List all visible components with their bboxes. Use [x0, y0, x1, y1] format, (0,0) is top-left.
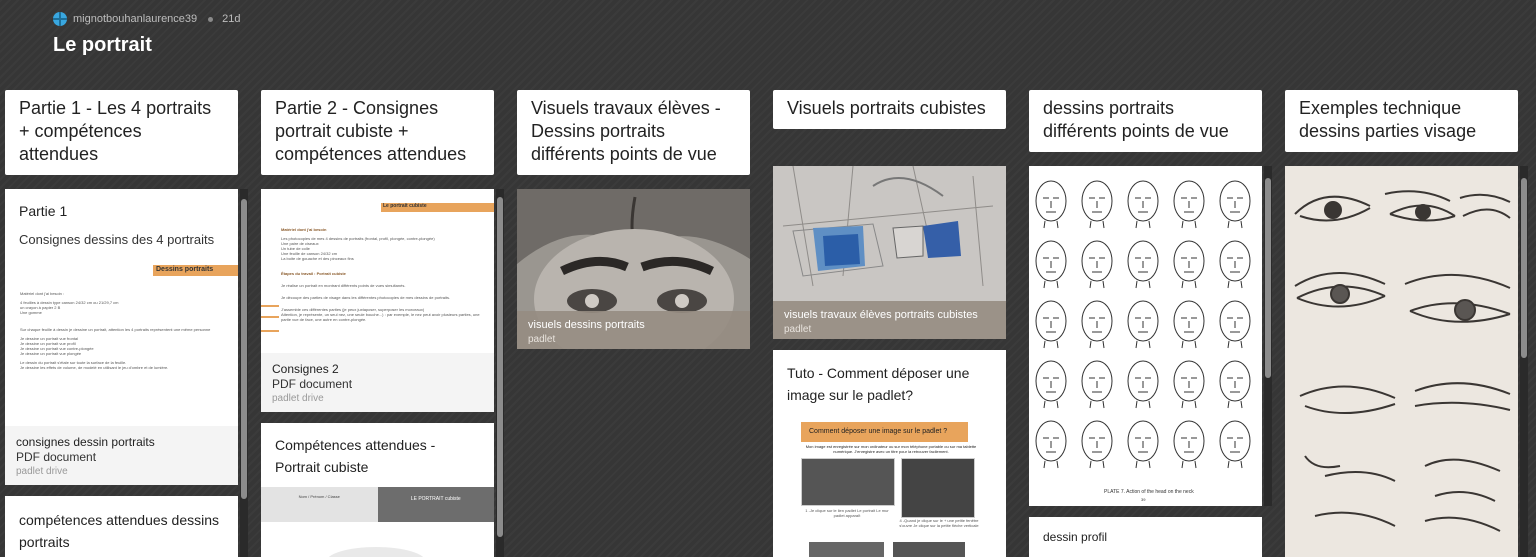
image-card[interactable]: PLATE 7. Action of the head on the neck … — [1029, 166, 1262, 506]
column-2-scrollbar[interactable] — [496, 189, 504, 557]
image-caption: visuels travaux élèves portraits cubiste… — [773, 301, 1006, 339]
pdf-preview[interactable]: Dessins portraits Matériel dont j'ai bes… — [5, 247, 238, 425]
post-card[interactable]: compétences attendues dessins portraits — [5, 496, 238, 557]
separator-dot — [208, 16, 214, 22]
column-6-scrollbar[interactable] — [1520, 166, 1528, 557]
plate-page: 39 — [1141, 497, 1146, 502]
doc-header: Dessins portraits — [156, 266, 214, 273]
column-title[interactable]: Partie 1 - Les 4 portraits + compétences… — [5, 90, 238, 175]
attachment-info[interactable]: Consignes 2 PDF document padlet drive — [261, 353, 494, 412]
head-sketches-image — [1035, 180, 1251, 469]
column-4: Visuels portraits cubistes — [773, 90, 1006, 129]
column-6: Exemples technique dessins parties visag… — [1285, 90, 1518, 152]
plate-caption: PLATE 7. Action of the head on the neck — [1104, 489, 1194, 495]
post-heading: compétences attendues dessins portraits — [19, 512, 220, 550]
column-5: dessins portraits différents points de v… — [1029, 90, 1262, 152]
table-preview[interactable]: Nom / Prénom / Classe LE PORTRAIT cubist… — [261, 487, 494, 522]
attachment-source: padlet drive — [16, 466, 68, 477]
post-card[interactable]: Le portrait cubiste Matériel dont j'ai b… — [261, 189, 494, 412]
attachment-info[interactable]: consignes dessin portraits PDF document … — [5, 426, 238, 485]
attachment-title: consignes dessin portraits — [16, 435, 155, 449]
post-card[interactable]: Compétences attendues - Portrait cubiste… — [261, 423, 494, 557]
column-title[interactable]: Visuels portraits cubistes — [773, 90, 1006, 129]
post-heading: Partie 1 — [19, 203, 68, 219]
column-title[interactable]: Partie 2 - Consignes portrait cubiste + … — [261, 90, 494, 175]
column-5-scrollbar[interactable] — [1264, 166, 1272, 506]
image-caption: visuels dessins portraits padlet — [517, 311, 750, 349]
image-card[interactable]: visuels travaux élèves portraits cubiste… — [773, 166, 1006, 339]
board-header: mignotbouhanlaurence39 21d Le portrait — [53, 12, 241, 57]
doc-header: Le portrait cubiste — [383, 203, 427, 209]
pdf-preview[interactable]: Le portrait cubiste Matériel dont j'ai b… — [261, 189, 494, 353]
image-card[interactable]: visuels dessins portraits padlet — [517, 189, 750, 349]
column-title[interactable]: dessins portraits différents points de v… — [1029, 90, 1262, 152]
tuto-preview[interactable]: Comment déposer une image sur le padlet … — [801, 422, 996, 557]
column-title[interactable]: Visuels travaux élèves - Dessins portrai… — [517, 90, 750, 175]
attachment-title: Consignes 2 — [272, 362, 339, 376]
post-age: 21d — [222, 13, 241, 25]
post-heading: Tuto - Comment déposer une image sur le … — [787, 365, 970, 403]
attachment-type: PDF document — [272, 377, 353, 391]
globe-icon — [53, 12, 67, 26]
post-card[interactable]: Tuto - Comment déposer une image sur le … — [773, 350, 1006, 557]
doc-text: Matériel dont j'ai besoin : 4 feuilles à… — [20, 291, 211, 370]
column-3: Visuels travaux élèves - Dessins portrai… — [517, 90, 750, 175]
column-1-scrollbar[interactable] — [240, 189, 248, 557]
doc-text: Matériel dont j'ai besoin Les photocopie… — [281, 227, 480, 322]
attachment-type: PDF document — [16, 450, 97, 464]
post-card[interactable]: dessin profil — [1029, 517, 1262, 557]
post-card[interactable]: Partie 1 Consignes dessins des 4 portrai… — [5, 189, 238, 485]
eye-sketches-image — [1285, 166, 1518, 557]
column-title[interactable]: Exemples technique dessins parties visag… — [1285, 90, 1518, 152]
board-title: Le portrait — [53, 34, 152, 56]
image-card[interactable] — [1285, 166, 1518, 557]
author-name[interactable]: mignotbouhanlaurence39 — [73, 13, 197, 25]
post-body: Consignes dessins des 4 portraits — [19, 232, 215, 247]
column-2-posts: Le portrait cubiste Matériel dont j'ai b… — [261, 189, 494, 557]
column-1: Partie 1 - Les 4 portraits + compétences… — [5, 90, 238, 175]
attachment-source: padlet drive — [272, 393, 324, 404]
column-1-posts: Partie 1 Consignes dessins des 4 portrai… — [5, 189, 238, 557]
post-text: dessin profil — [1043, 530, 1108, 544]
column-2: Partie 2 - Consignes portrait cubiste + … — [261, 90, 494, 175]
post-heading: Compétences attendues - Portrait cubiste — [275, 437, 436, 475]
